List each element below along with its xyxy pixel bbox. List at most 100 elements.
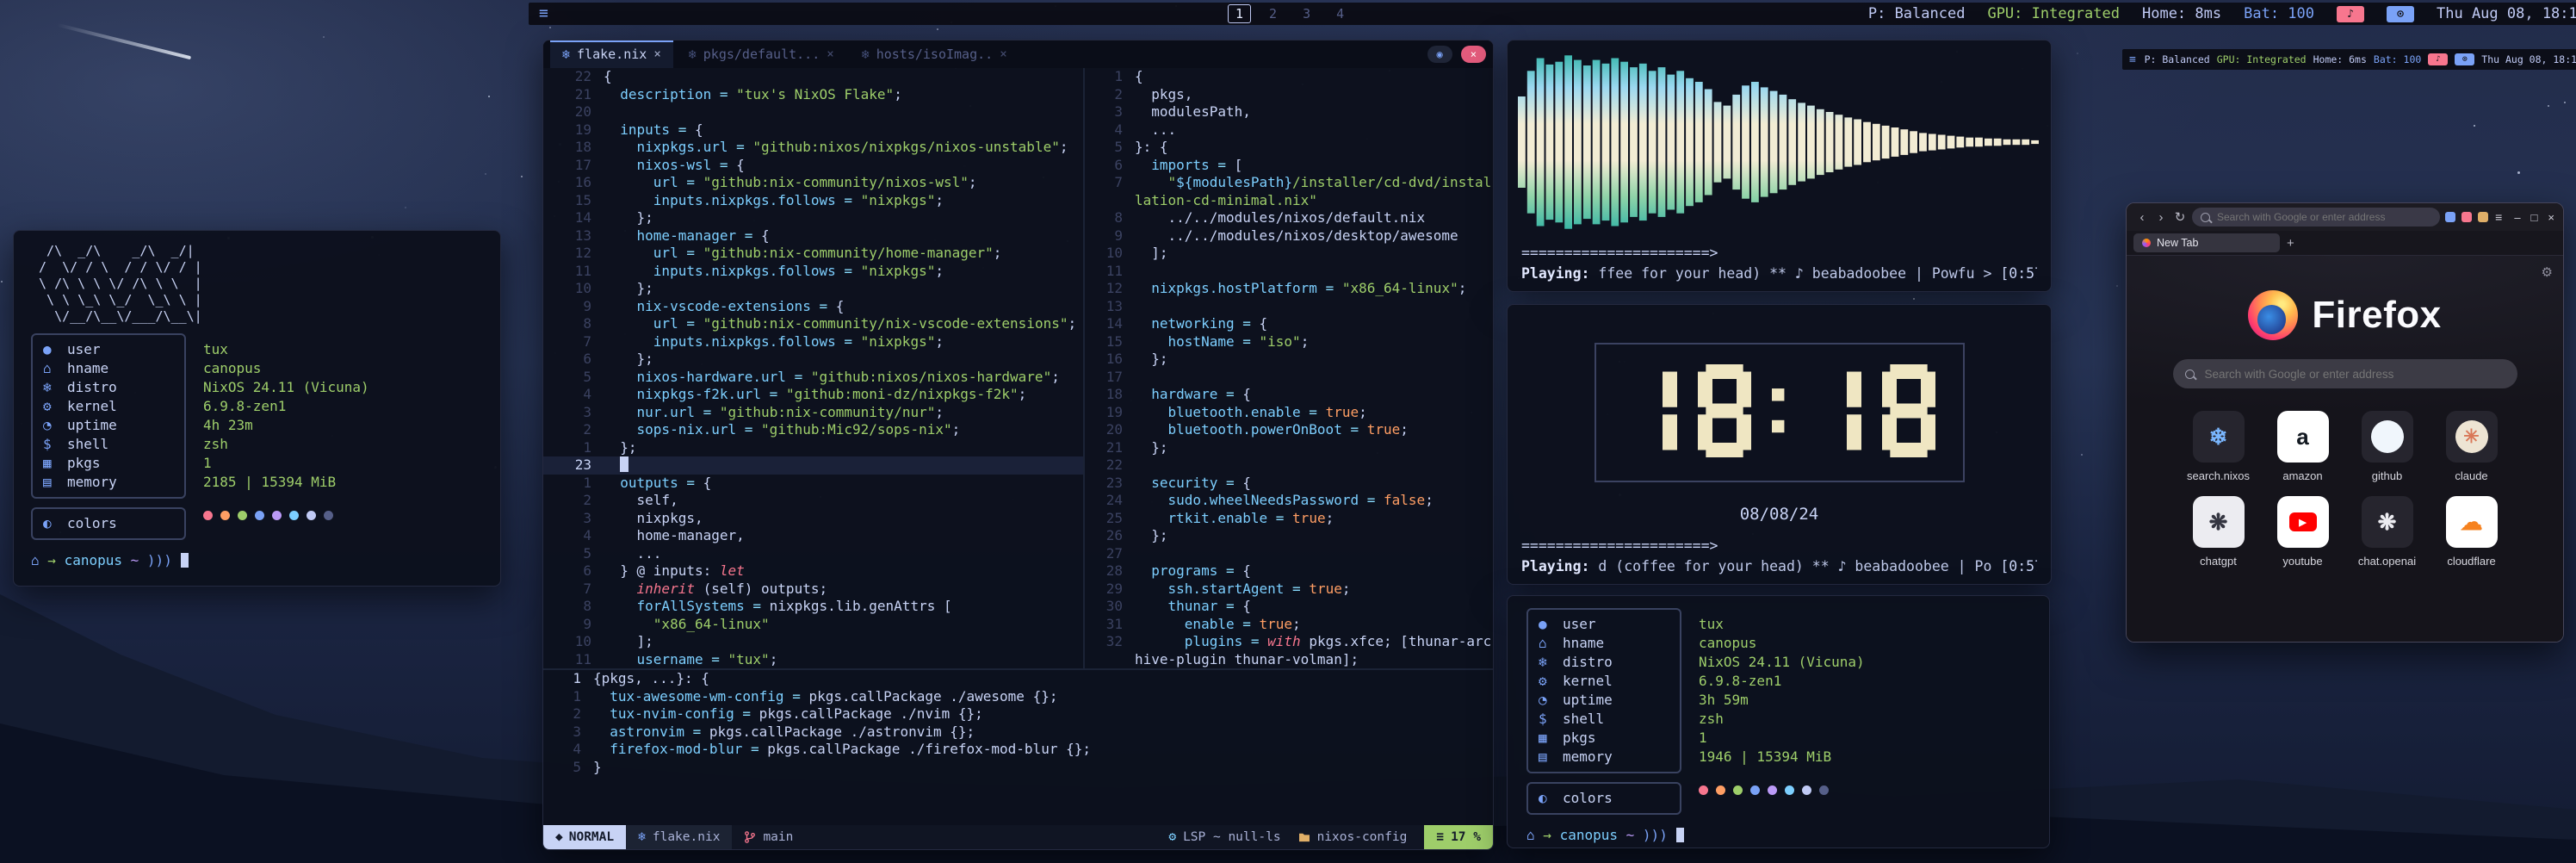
- status-gpu: GPU: Integrated: [2217, 53, 2307, 65]
- shortcut-label: search.nixos: [2187, 469, 2250, 482]
- bar-clock[interactable]: Thu Aug 08, 18:18: [2481, 53, 2576, 65]
- newtab-search-bar[interactable]: [2173, 359, 2517, 388]
- fetch-value: zsh: [203, 435, 369, 454]
- code-line: 14 };: [543, 209, 1083, 227]
- fetch-row: ⚙kernel: [43, 397, 174, 416]
- shortcut-youtube[interactable]: ▶youtube: [2270, 496, 2336, 568]
- newtab-search-input[interactable]: [2203, 367, 2505, 382]
- reload-icon[interactable]: ↻: [2173, 209, 2187, 225]
- url-bar[interactable]: [2192, 208, 2440, 227]
- code-line: 14 networking = {: [1085, 315, 1493, 333]
- tab-favicon: [2142, 239, 2151, 247]
- menu-icon[interactable]: ≡: [2129, 54, 2136, 65]
- shortcut-grid: ❄search.nixos aamazon github ✳claude ❋chatgp…: [2127, 411, 2563, 568]
- editor-tab-2[interactable]: ❄hosts/isoImag..×: [850, 40, 1019, 68]
- shortcut-search.nixos[interactable]: ❄search.nixos: [2186, 411, 2251, 482]
- bar-clock[interactable]: Thu Aug 08, 18:18: [2437, 5, 2576, 22]
- tab-new-tab[interactable]: New Tab: [2133, 233, 2280, 252]
- extension-orange-icon[interactable]: [2478, 212, 2488, 222]
- now-playing-text: Playing: ffee for your head) ** ♪ beabad…: [1521, 264, 2037, 284]
- shortcut-github[interactable]: github: [2355, 411, 2420, 482]
- code-line: 3 nixpkgs,: [543, 510, 1083, 528]
- code-line: 7 inherit (self) outputs;: [543, 581, 1083, 599]
- nix-file-icon: ❄: [638, 830, 646, 844]
- fetch-value: NixOS 24.11 (Vicuna): [1699, 653, 1865, 672]
- fetch-terminal-left[interactable]: /\ _/\ _/\ _/| / \/ / \ / / \/ / | \ /\ …: [13, 230, 501, 587]
- clock-frame: [1595, 343, 1965, 482]
- openai-icon: ❋: [2378, 509, 2397, 536]
- tab-close-icon[interactable]: ×: [653, 47, 660, 61]
- flake-nix-pane[interactable]: 22{21 description = "tux's NixOS Flake";…: [543, 68, 1083, 668]
- eye-toggle-button[interactable]: ◉: [1427, 46, 1452, 63]
- new-tab-button[interactable]: +: [2287, 236, 2294, 251]
- code-line: 6 } @ inputs: let: [543, 562, 1083, 581]
- code-line: 1{pkgs, ...}: {: [543, 670, 1493, 688]
- clock-window[interactable]: 08/08/24 ======================> Playing…: [1507, 304, 2052, 585]
- shortcut-claude[interactable]: ✳claude: [2439, 411, 2505, 482]
- fetch-value: 4h 23m: [203, 416, 369, 435]
- pkgs-default-pane[interactable]: 1{pkgs, ...}: {1 tux-awesome-wm-config =…: [543, 670, 1493, 825]
- code-line: 3 modulesPath,: [1085, 103, 1493, 121]
- code-line: 3 nur.url = "github:nix-community/nur";: [543, 404, 1083, 422]
- shortcut-chatgpt[interactable]: ❋chatgpt: [2186, 496, 2251, 568]
- fetch-colors-box: ◐colors: [1526, 782, 1681, 815]
- extension-blue-icon[interactable]: [2445, 212, 2455, 222]
- code-line: 26 };: [1085, 527, 1493, 545]
- workspace-tag-4[interactable]: 4: [1328, 4, 1352, 23]
- neovim-window[interactable]: ❄flake.nix×❄pkgs/default...×❄hosts/isoIm…: [542, 40, 1494, 850]
- editor-tab-1[interactable]: ❄pkgs/default...×: [677, 40, 846, 68]
- terminal-cursor: [181, 553, 189, 568]
- code-line: 23 security = {: [1085, 475, 1493, 493]
- code-line: 11 inputs.nixpkgs.follows = "nixpkgs";: [543, 263, 1083, 281]
- forward-icon[interactable]: ›: [2154, 210, 2168, 225]
- code-line: 20 bluetooth.powerOnBoot = true;: [1085, 421, 1493, 439]
- menu-icon[interactable]: ≡: [539, 6, 548, 22]
- fetch-value: canopus: [203, 359, 369, 378]
- close-editor-button[interactable]: ×: [1461, 46, 1486, 63]
- user-icon: ●: [43, 340, 59, 359]
- power-icon[interactable]: ⊙: [2455, 53, 2474, 65]
- shell-prompt[interactable]: ⌂ → canopus ~ ))): [31, 552, 483, 568]
- code-line: 4 firefox-mod-blur = pkgs.callPackage ./…: [543, 741, 1493, 759]
- fetch-terminal-right[interactable]: ●user⌂hname❄distro⚙kernel◔uptime$shell▦p…: [1507, 595, 2050, 848]
- url-input[interactable]: [2215, 210, 2431, 224]
- back-icon[interactable]: ‹: [2135, 210, 2149, 225]
- workspace-tag-2[interactable]: 2: [1261, 4, 1285, 23]
- editor-splits[interactable]: 22{21 description = "tux's NixOS Flake";…: [543, 68, 1493, 668]
- lines-icon: ≡: [1436, 830, 1444, 844]
- code-line: 3 astronvim = pkgs.callPackage ./astronv…: [543, 723, 1493, 742]
- firefox-wordmark: Firefox: [2312, 294, 2441, 337]
- minimize-button[interactable]: –: [2514, 211, 2520, 224]
- code-line: 9 "x86_64-linux": [543, 616, 1083, 634]
- cava-window[interactable]: ======================> Playing: ffee fo…: [1507, 40, 2052, 292]
- fetch-labels-box: ●user⌂hname❄distro⚙kernel◔uptime$shell▦p…: [1526, 608, 1681, 773]
- code-line: 16 url = "github:nix-community/nixos-wsl…: [543, 174, 1083, 192]
- code-line: 7 inputs.nixpkgs.follows = "nixpkgs";: [543, 333, 1083, 351]
- tab-close-icon[interactable]: ×: [1000, 47, 1006, 61]
- shortcut-label: github: [2372, 469, 2402, 482]
- close-button[interactable]: ×: [2548, 211, 2554, 224]
- workspace-tag-1[interactable]: 1: [1228, 4, 1251, 23]
- nix-file-icon: ❄: [689, 47, 697, 62]
- iso-config-pane[interactable]: 1{2 pkgs,3 modulesPath,4 ...5}: {6 impor…: [1085, 68, 1493, 668]
- shell-prompt[interactable]: ⌂ → canopus ~ ))): [1526, 827, 2030, 843]
- shortcut-cloudflare[interactable]: ☁cloudflare: [2439, 496, 2505, 568]
- tab-close-icon[interactable]: ×: [827, 47, 833, 61]
- maximize-button[interactable]: □: [2531, 211, 2538, 224]
- extension-pink-icon[interactable]: [2461, 212, 2472, 222]
- volume-icon[interactable]: ♪: [2337, 6, 2364, 22]
- code-line: 21 description = "tux's NixOS Flake";: [543, 86, 1083, 104]
- workspace-tag-3[interactable]: 3: [1295, 4, 1318, 23]
- editor-tab-0[interactable]: ❄flake.nix×: [550, 40, 673, 68]
- power-icon[interactable]: ⊙: [2387, 6, 2414, 22]
- code-line: 4 ...: [1085, 121, 1493, 140]
- code-line: 4 home-manager,: [543, 527, 1083, 545]
- code-line: 8 url = "github:nix-community/nix-vscode…: [543, 315, 1083, 333]
- hamburger-menu-icon[interactable]: ≡: [2495, 210, 2502, 224]
- volume-icon[interactable]: ♪: [2428, 53, 2448, 65]
- firefox-window[interactable]: ‹ › ↻ ≡ – □ × New Tab + ⚙: [2126, 202, 2564, 643]
- fetch-row: ▤memory: [1539, 748, 1669, 767]
- shortcut-chat.openai[interactable]: ❋chat.openai: [2355, 496, 2420, 568]
- personalize-gear-icon[interactable]: ⚙: [2542, 264, 2553, 280]
- shortcut-amazon[interactable]: aamazon: [2270, 411, 2336, 482]
